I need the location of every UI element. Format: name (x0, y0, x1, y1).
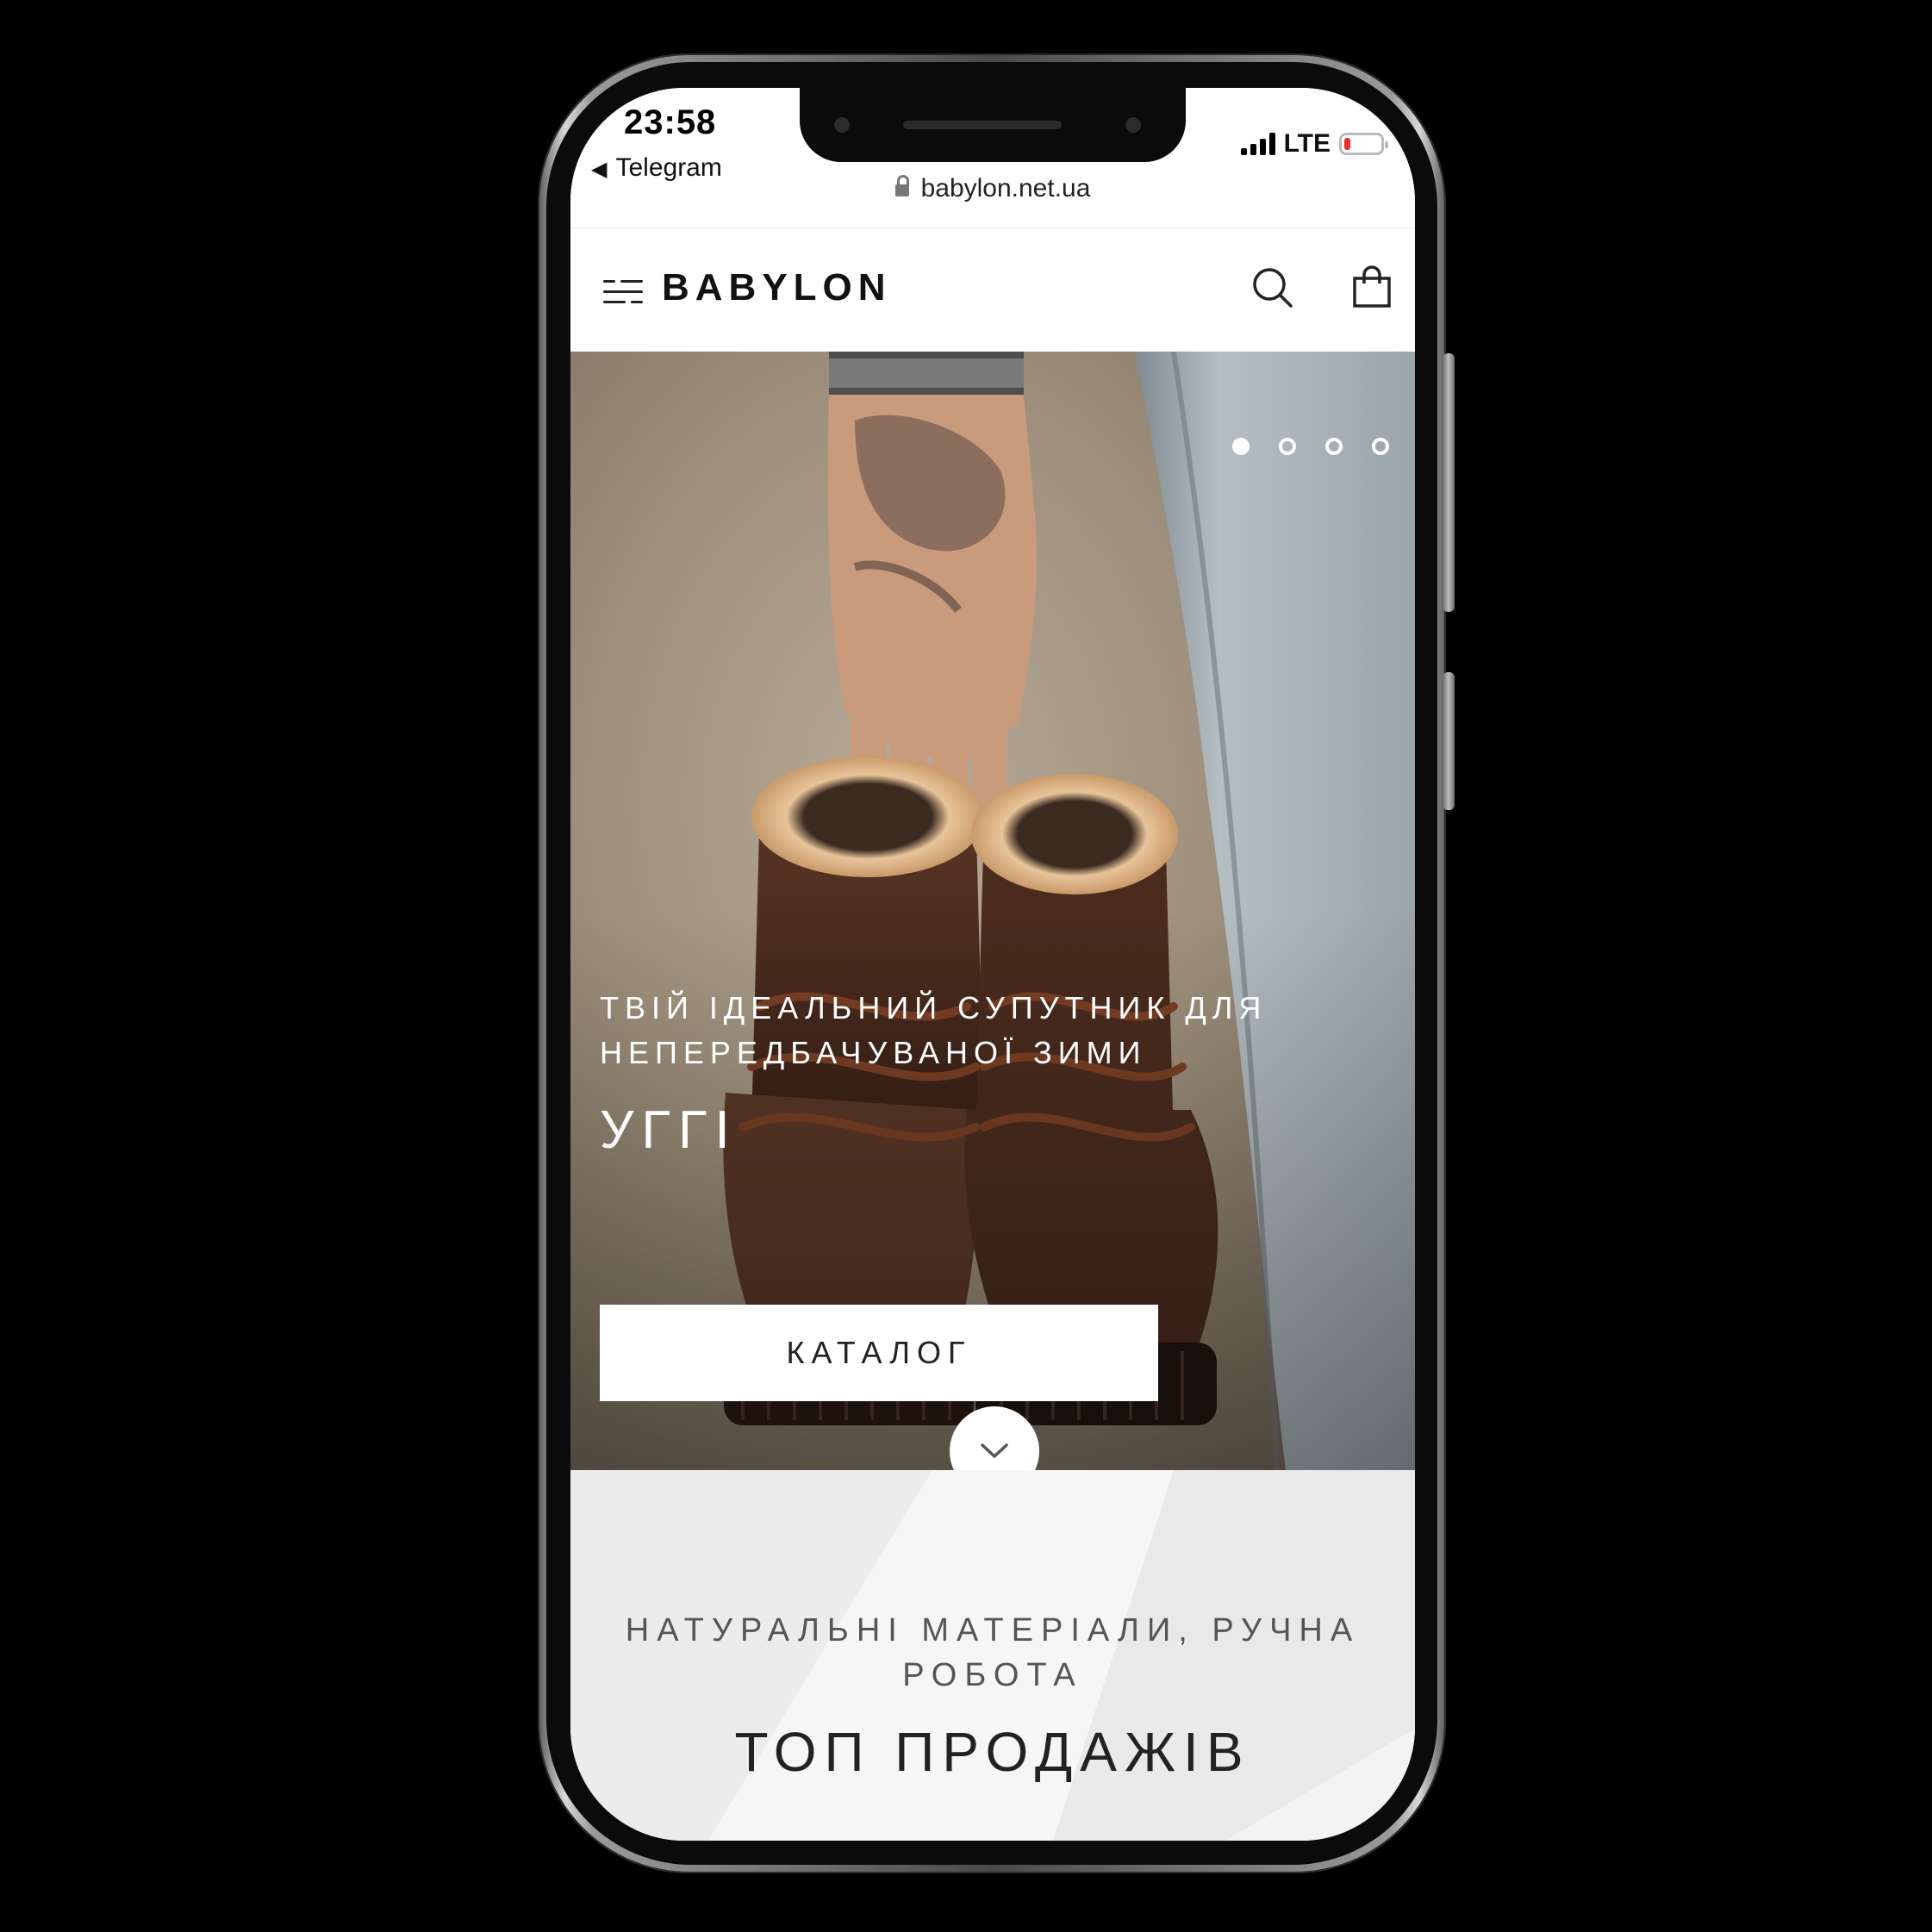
hero-subtitle-line-2: НЕПЕРЕДБАЧУВАНОЇ ЗИМИ (600, 1035, 1147, 1070)
hero-image-boots (570, 352, 1415, 1470)
site-header: BABYLON (570, 227, 1415, 352)
menu-icon[interactable] (603, 280, 643, 306)
search-icon[interactable] (1251, 266, 1294, 309)
hero-title: УГГІ (600, 1100, 738, 1160)
url-text: babylon.net.ua (920, 174, 1091, 203)
network-type: LTE (1283, 129, 1331, 158)
hero-slider[interactable]: ТВІЙ ІДЕАЛЬНИЙ СУПУТНИК ДЛЯ НЕПЕРЕДБАЧУВ… (570, 352, 1415, 1470)
slider-pagination (1232, 438, 1389, 455)
volume-down-button (1443, 672, 1455, 810)
status-time: 23:58 (624, 103, 717, 141)
section-subtitle: НАТУРАЛЬНІ МАТЕРІАЛИ, РУЧНА РОБОТА (605, 1608, 1380, 1698)
notch (800, 88, 1186, 162)
shopping-bag-icon[interactable] (1349, 265, 1394, 309)
address-bar[interactable]: babylon.net.ua (570, 174, 1415, 203)
slider-dot-4[interactable] (1372, 438, 1389, 455)
battery-icon (1339, 133, 1388, 155)
chevron-down-icon (981, 1443, 1008, 1458)
lock-icon (894, 175, 909, 196)
top-sales-section: НАТУРАЛЬНІ МАТЕРІАЛИ, РУЧНА РОБОТА ТОП П… (570, 1470, 1415, 1841)
signal-icon (1240, 133, 1275, 155)
volume-up-button (1443, 353, 1455, 612)
hero-subtitle: ТВІЙ ІДЕАЛЬНИЙ СУПУТНИК ДЛЯ НЕПЕРЕДБАЧУВ… (600, 986, 1375, 1075)
network-status: LTE (1240, 129, 1388, 159)
section-subtitle-line-1: НАТУРАЛЬНІ МАТЕРІАЛИ, РУЧНА (625, 1612, 1361, 1648)
section-title: ТОП ПРОДАЖІВ (734, 1721, 1251, 1783)
site-logo[interactable]: BABYLON (662, 266, 892, 309)
hero-subtitle-line-1: ТВІЙ ІДЕАЛЬНИЙ СУПУТНИК ДЛЯ (600, 990, 1268, 1025)
slider-dot-3[interactable] (1325, 438, 1343, 455)
slider-dot-2[interactable] (1279, 438, 1296, 455)
section-subtitle-line-2: РОБОТА (902, 1657, 1083, 1693)
slider-dot-1[interactable] (1232, 438, 1250, 455)
status-bar: 23:58 ◀ Telegram LTE babylon.net.ua (570, 88, 1415, 226)
phone-screen: 23:58 ◀ Telegram LTE babylon.net.ua BABY… (570, 88, 1415, 1841)
catalog-button[interactable]: КАТАЛОГ (600, 1305, 1158, 1401)
phone-mockup: 23:58 ◀ Telegram LTE babylon.net.ua BABY… (0, 0, 1932, 1932)
